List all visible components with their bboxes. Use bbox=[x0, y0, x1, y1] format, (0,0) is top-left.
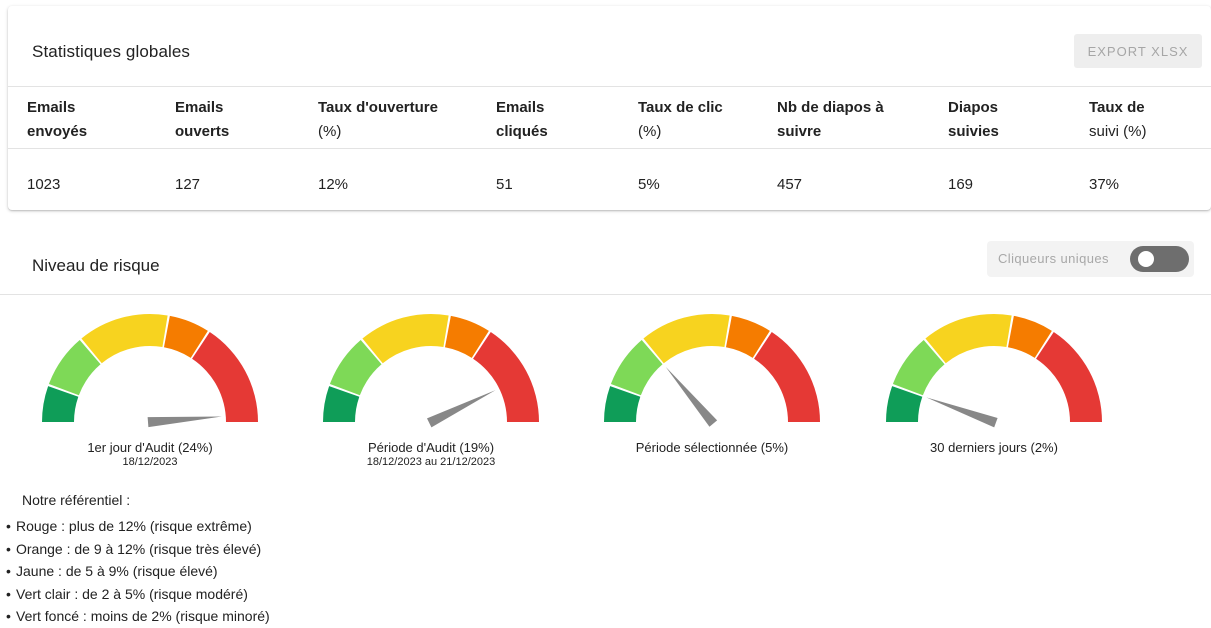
gauge-segment bbox=[362, 313, 449, 364]
gauge-needle bbox=[426, 390, 496, 428]
gauge-needle bbox=[147, 416, 222, 428]
gauge-sub-audit-period: 18/12/2023 au 21/12/2023 bbox=[366, 456, 496, 468]
referentiel-title: Notre référentiel : bbox=[22, 492, 131, 508]
gauge-label-last-30-days: 30 derniers jours (2%) bbox=[930, 440, 1058, 455]
gauge-label-first-day: 1er jour d'Audit (24%) bbox=[87, 440, 213, 455]
gauge-segment bbox=[643, 313, 730, 364]
gauge bbox=[323, 313, 539, 428]
referentiel-item-vert-fonce: • Vert foncé : moins de 2% (risque minoré… bbox=[6, 608, 270, 624]
referentiel-item-orange: • Orange : de 9 à 12% (risque très élevé) bbox=[6, 540, 262, 557]
gauge-segment bbox=[754, 332, 820, 422]
referentiel-item-vert-clair: • Vert clair : de 2 à 5% (risque modéré) bbox=[6, 585, 248, 602]
gauge-label-selected-period: Période sélectionnée (5%) bbox=[635, 440, 789, 455]
gauge-sub-first-day: 18/12/2023 bbox=[122, 456, 178, 468]
gauge bbox=[42, 314, 258, 428]
gauge-needle bbox=[665, 366, 718, 427]
gauge-segment bbox=[81, 314, 168, 364]
gauge-needle bbox=[926, 397, 998, 428]
gauge-segment bbox=[1036, 332, 1102, 422]
referentiel-item-rouge: • Rouge : plus de 12% (risque extrême) bbox=[6, 518, 252, 534]
gauge-label-audit-period: Période d'Audit (19%) bbox=[367, 440, 495, 455]
gauge bbox=[886, 314, 1102, 428]
referentiel-list: • Rouge : plus de 12% (risque extrême) • O… bbox=[6, 515, 270, 628]
gauge-segment bbox=[192, 332, 258, 422]
referentiel-item-jaune: • Jaune : de 5 à 9% (risque élevé) bbox=[6, 563, 218, 579]
gauge bbox=[604, 313, 820, 427]
gauge-segment bbox=[925, 314, 1012, 364]
gauge-segment bbox=[473, 332, 539, 422]
